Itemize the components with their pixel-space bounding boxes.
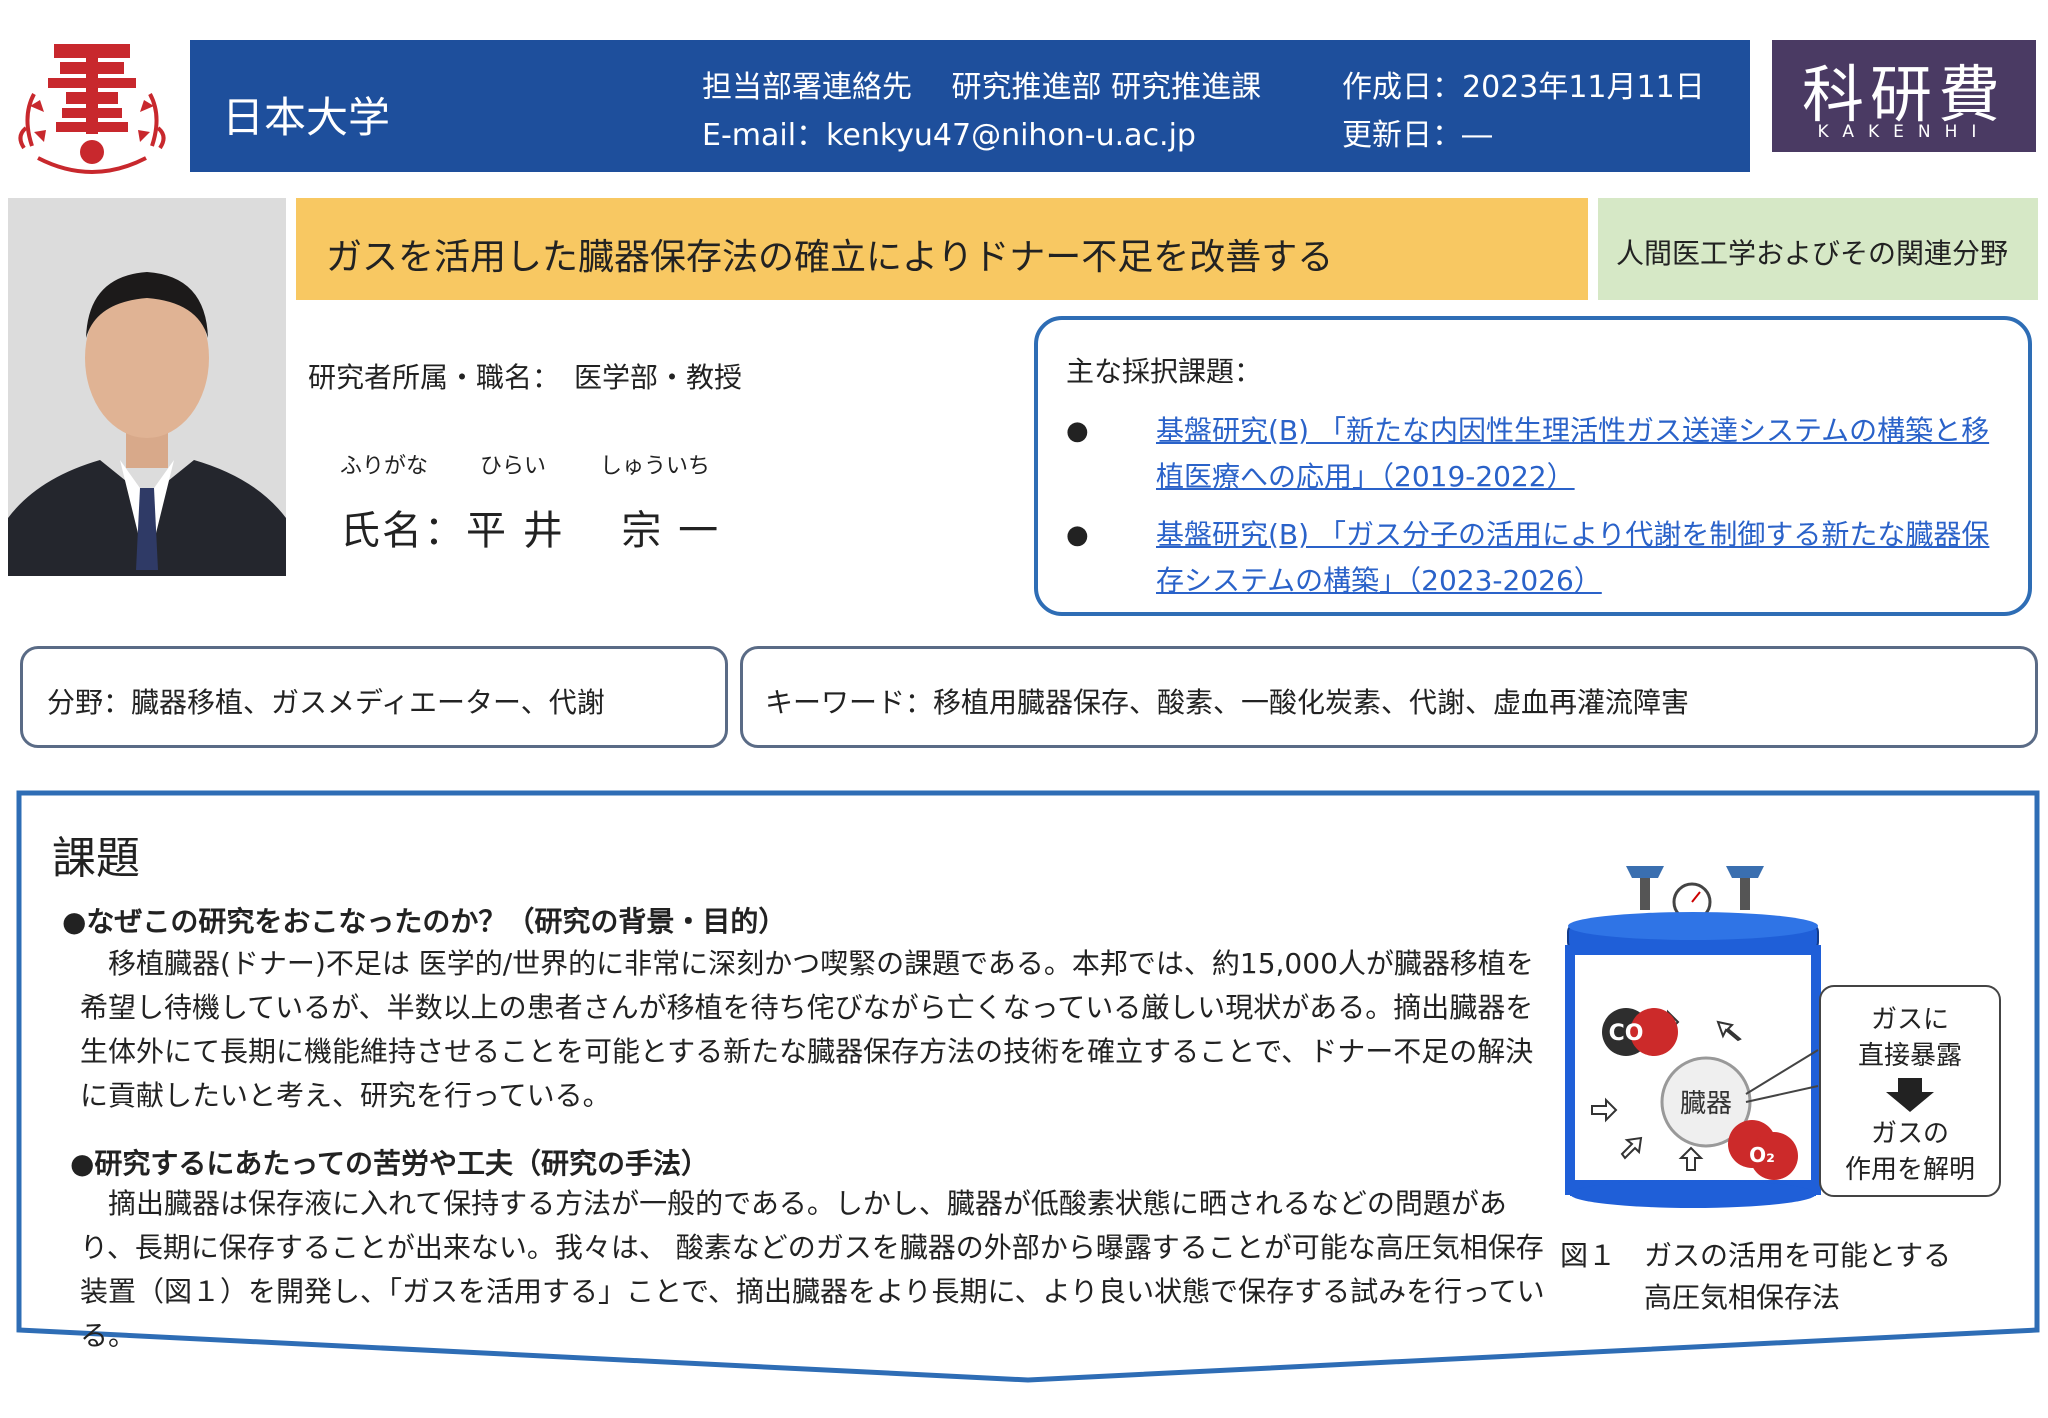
method-paragraph: 摘出臓器は保存液に入れて保持する方法が一般的である。しかし、臓器が低酸素状態に晒… bbox=[80, 1187, 1545, 1352]
contact-email[interactable]: E-mail：kenkyu47@nihon-u.ac.jp bbox=[702, 110, 1196, 154]
kakenhi-logo-sub: KAKENHI bbox=[1817, 122, 1991, 142]
researcher-name: 氏名：平 井 宗 一 bbox=[340, 508, 721, 554]
researcher-affiliation: 研究者所属・職名： 医学部・教授 bbox=[308, 361, 743, 394]
grants-heading: 主な採択課題： bbox=[1066, 355, 1263, 388]
keywords: キーワード：移植用臓器保存、酸素、一酸化炭素、代謝、虚血再灌流障害 bbox=[765, 686, 1690, 719]
background-paragraph: 移植臓器(ドナー)不足は 医学的/世界的に非常に深刻かつ喫緊の課題である。本邦で… bbox=[80, 947, 1534, 1112]
header-bar: 日本大学 担当部署連絡先 研究推進部 研究推進課 E-mail：kenkyu47… bbox=[190, 40, 1750, 172]
furigana-first-name: しゅういち bbox=[600, 454, 711, 479]
callout-line-2: 直接暴露 bbox=[1858, 1041, 1962, 1071]
pressure-vessel-figure: CO 臓器 O₂ ガスに 直接暴露 ガスの 作用を解明 bbox=[1565, 866, 2001, 1208]
kakenhi-logo-main: 科研費 bbox=[1801, 58, 2006, 131]
co-label: CO bbox=[1609, 1021, 1644, 1046]
created-date: 作成日：2023年11月11日 bbox=[1342, 70, 1705, 105]
updated-date: 更新日：― bbox=[1342, 118, 1492, 153]
research-field-box: 人間医工学およびその関連分野 bbox=[1598, 198, 2038, 300]
researcher-portrait-illustration bbox=[8, 198, 286, 576]
university-name: 日本大学 bbox=[222, 93, 391, 142]
figure-caption-line-2: 高圧気相保存法 bbox=[1644, 1281, 1841, 1314]
question-heading-background: ●なぜこの研究をおこなったのか？（研究の背景・目的） bbox=[62, 905, 787, 938]
field-tags: 分野：臓器移植、ガスメディエーター、代謝 bbox=[47, 686, 605, 719]
grants-box: 主な採択課題： ● 基盤研究(B) 「新たな内因性生理活性ガス送達システムの構築… bbox=[1034, 316, 2032, 616]
grant-link[interactable]: 基盤研究(B) 「新たな内因性生理活性ガス送達システムの構築と移植医療への応用」… bbox=[1156, 408, 2016, 500]
field-tags-box: 分野：臓器移植、ガスメディエーター、代謝 bbox=[20, 646, 728, 748]
co-molecule-icon: CO bbox=[1602, 1008, 1678, 1056]
callout-line-3: ガスの bbox=[1871, 1119, 1949, 1149]
kadai-title: 課題 bbox=[52, 833, 140, 884]
university-emblem-logo bbox=[18, 44, 166, 174]
figure-caption-line-1: 図１ ガスの活用を可能とする bbox=[1560, 1239, 1952, 1272]
callout-line-1: ガスに bbox=[1871, 1005, 1949, 1035]
research-field-label: 人間医工学およびその関連分野 bbox=[1616, 237, 2009, 270]
organ-label: 臓器 bbox=[1680, 1089, 1732, 1119]
grant-bullet: ● bbox=[1066, 520, 1089, 550]
researcher-photo bbox=[8, 198, 286, 576]
furigana-last-name: ひらい bbox=[480, 454, 547, 479]
question-heading-method: ●研究するにあたっての苦労や工夫（研究の手法） bbox=[70, 1147, 710, 1180]
grant-bullet: ● bbox=[1066, 416, 1089, 446]
kakenhi-logo: 科研費 KAKENHI bbox=[1772, 40, 2036, 152]
research-title-bar: ガスを活用した臓器保存法の確立によりドナー不足を改善する bbox=[296, 198, 1588, 300]
keywords-box: キーワード：移植用臓器保存、酸素、一酸化炭素、代謝、虚血再灌流障害 bbox=[740, 646, 2038, 748]
research-title: ガスを活用した臓器保存法の確立によりドナー不足を改善する bbox=[326, 237, 1334, 278]
callout-line-4: 作用を解明 bbox=[1845, 1155, 1975, 1185]
grant-link[interactable]: 基盤研究(B) 「ガス分子の活用により代謝を制御する新たな臓器保存システムの構築… bbox=[1156, 512, 2016, 604]
contact-department: 担当部署連絡先 研究推進部 研究推進課 bbox=[702, 70, 1262, 105]
furigana-label: ふりがな bbox=[340, 454, 429, 479]
o2-label: O₂ bbox=[1749, 1143, 1775, 1167]
